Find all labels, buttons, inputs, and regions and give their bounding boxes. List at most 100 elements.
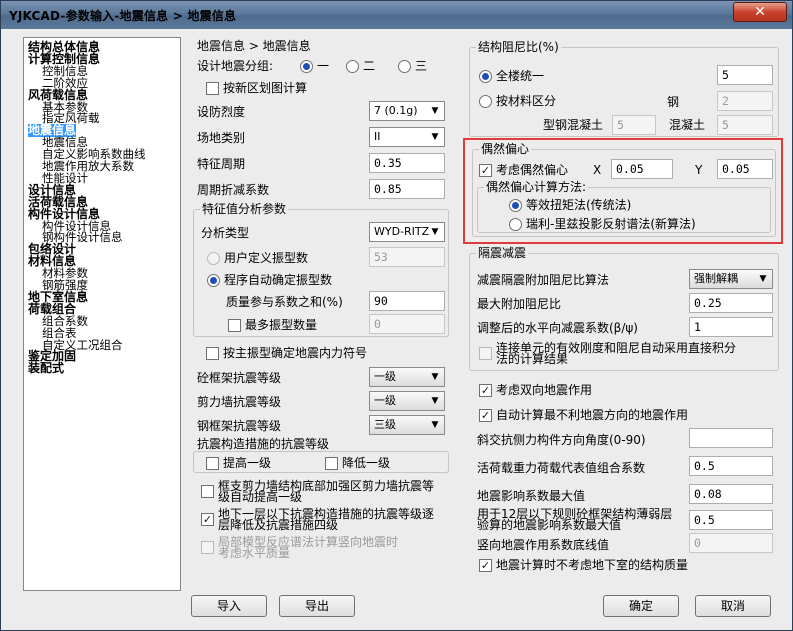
period-label: 特征周期 xyxy=(197,157,246,171)
mass-sum-label: 质量参与系数之和(%) xyxy=(226,295,343,309)
close-button[interactable]: ✕ xyxy=(733,2,787,22)
basement-mass-checkbox[interactable]: ✓ xyxy=(479,559,492,572)
frame-shear-label-2: 级自动提高一级 xyxy=(218,490,303,504)
main-mode-checkbox[interactable] xyxy=(206,347,219,360)
steel-grade-select[interactable]: 三级 ▼ xyxy=(369,415,445,435)
y-label: Y xyxy=(695,163,703,177)
wall-grade-value: 一级 xyxy=(374,394,396,407)
y-eccentricity-input[interactable]: 0.05 xyxy=(717,159,773,179)
auto-worst-label: 自动计算最不利地震方向的地震作用 xyxy=(496,408,689,422)
by-material-radio[interactable] xyxy=(479,95,492,108)
steel-damping-input[interactable]: 2 xyxy=(717,91,773,111)
new-zoning-label: 按新区划图计算 xyxy=(223,81,308,95)
mass-sum-input[interactable]: 90 xyxy=(369,291,445,311)
oblique-input[interactable] xyxy=(689,428,773,448)
local-model-label-2: 考虑水平质量 xyxy=(218,546,291,560)
live-load-input[interactable]: 0.5 xyxy=(689,456,773,476)
reduction-label: 周期折减系数 xyxy=(197,183,270,197)
raise-label: 提高一级 xyxy=(223,456,272,470)
site-class-label: 场地类别 xyxy=(197,131,246,145)
measure-title: 抗震构造措施的抗震等级 xyxy=(197,437,330,451)
site-class-value: II xyxy=(374,130,381,143)
dialog-window: YJKCAD-参数输入-地震信息 > 地震信息 ✕ 结构总体信息 计算控制信息 控制… xyxy=(0,0,793,631)
steel-damping-label: 钢 xyxy=(667,95,680,109)
whole-building-label: 全楼统一 xyxy=(496,69,545,83)
whole-building-input[interactable]: 5 xyxy=(717,65,773,85)
parameter-tree[interactable]: 结构总体信息 计算控制信息 控制信息 二阶效应 风荷载信息 基本参数 指定风荷载 地震信息 地震… xyxy=(23,37,181,591)
auto-modes-label: 程序自动确定振型数 xyxy=(224,273,333,287)
steel-concrete-label: 型钢混凝土 xyxy=(543,118,604,132)
frame-shear-checkbox[interactable] xyxy=(201,485,214,498)
design-group-radio-3[interactable] xyxy=(398,60,411,73)
intensity-value: 7 (0.1g) xyxy=(374,104,418,117)
vertical-input[interactable]: 0 xyxy=(689,533,773,553)
eigen-group-title: 特征值分析参数 xyxy=(200,202,289,216)
local-model-checkbox[interactable] xyxy=(201,541,214,554)
user-modes-radio[interactable] xyxy=(207,252,220,265)
max-modes-label: 最多振型数量 xyxy=(245,318,318,332)
design-group-option-1: 一 xyxy=(317,59,330,73)
max-coef-input[interactable]: 0.08 xyxy=(689,484,773,504)
connect-checkbox[interactable] xyxy=(479,347,492,360)
chevron-down-icon: ▼ xyxy=(431,106,439,116)
export-button[interactable]: 导出 xyxy=(279,595,355,617)
window-title: YJKCAD-参数输入-地震信息 > 地震信息 xyxy=(9,9,237,23)
new-zoning-checkbox[interactable] xyxy=(206,82,219,95)
adjusted-coef-label: 调整后的水平向减震系数(β/ψ) xyxy=(477,321,638,335)
bidirectional-checkbox[interactable]: ✓ xyxy=(479,384,492,397)
max-damping-input[interactable]: 0.25 xyxy=(689,293,773,313)
design-group-radio-1[interactable] xyxy=(300,60,313,73)
iso-method-select[interactable]: 强制解耦 ▼ xyxy=(689,269,773,289)
weak-coef-input[interactable]: 0.5 xyxy=(689,510,773,530)
accidental-checkbox[interactable]: ✓ xyxy=(479,164,492,177)
method-option-1: 等效扭矩法(传统法) xyxy=(526,198,632,212)
basement-measure-checkbox[interactable]: ✓ xyxy=(201,513,214,526)
chevron-down-icon: ▼ xyxy=(759,274,767,284)
lower-checkbox[interactable] xyxy=(325,457,338,470)
isolation-title: 隔震减震 xyxy=(476,246,529,260)
import-button[interactable]: 导入 xyxy=(191,595,267,617)
method-radio-1[interactable] xyxy=(509,199,522,212)
main-mode-label: 按主振型确定地震内力符号 xyxy=(223,346,368,360)
tree-item[interactable]: 装配式 xyxy=(28,362,64,375)
adjusted-coef-input[interactable]: 1 xyxy=(689,317,773,337)
wall-grade-select[interactable]: 一级 ▼ xyxy=(369,391,445,411)
steel-grade-value: 三级 xyxy=(374,418,396,431)
max-modes-input[interactable]: 0 xyxy=(369,314,445,334)
title-bar[interactable]: YJKCAD-参数输入-地震信息 > 地震信息 ✕ xyxy=(1,1,792,29)
steel-concrete-input[interactable]: 5 xyxy=(612,115,656,135)
x-eccentricity-input[interactable]: 0.05 xyxy=(611,159,673,179)
frame-grade-value: 一级 xyxy=(374,370,396,383)
analysis-type-label: 分析类型 xyxy=(201,226,250,240)
chevron-down-icon: ▼ xyxy=(431,227,439,237)
cancel-button[interactable]: 取消 xyxy=(695,595,771,617)
reduction-input[interactable]: 0.85 xyxy=(369,179,445,199)
chevron-down-icon: ▼ xyxy=(431,132,439,142)
frame-grade-select[interactable]: 一级 ▼ xyxy=(369,367,445,387)
ok-button[interactable]: 确定 xyxy=(603,595,679,617)
method-option-2: 瑞利-里兹投影反射谱法(新算法) xyxy=(526,217,696,231)
user-modes-label: 用户定义振型数 xyxy=(224,251,309,265)
raise-checkbox[interactable] xyxy=(206,457,219,470)
basement-measure-label-2: 层降低及抗震措施四级 xyxy=(218,518,339,532)
iso-method-value: 强制解耦 xyxy=(694,272,738,285)
auto-modes-radio[interactable] xyxy=(207,274,220,287)
frame-grade-label: 砼框架抗震等级 xyxy=(197,371,282,385)
whole-building-radio[interactable] xyxy=(479,70,492,83)
period-input[interactable]: 0.35 xyxy=(369,153,445,173)
iso-method-label: 减震隔震附加阻尼比算法 xyxy=(477,273,610,287)
steel-grade-label: 钢框架抗震等级 xyxy=(197,419,282,433)
method-radio-2[interactable] xyxy=(509,218,522,231)
chevron-down-icon: ▼ xyxy=(431,372,439,382)
max-modes-checkbox[interactable] xyxy=(228,319,241,332)
auto-worst-checkbox[interactable]: ✓ xyxy=(479,409,492,422)
analysis-type-value: WYD-RITZ xyxy=(374,225,430,238)
user-modes-input[interactable]: 53 xyxy=(369,247,445,267)
weak-label-2: 验算的地震影响系数最大值 xyxy=(477,518,622,532)
intensity-select[interactable]: 7 (0.1g) ▼ xyxy=(369,101,445,121)
analysis-type-select[interactable]: WYD-RITZ ▼ xyxy=(369,222,445,242)
design-group-radio-2[interactable] xyxy=(346,60,359,73)
concrete-input[interactable]: 5 xyxy=(717,115,773,135)
site-class-select[interactable]: II ▼ xyxy=(369,127,445,147)
vertical-label: 竖向地震作用系数底线值 xyxy=(477,538,610,552)
